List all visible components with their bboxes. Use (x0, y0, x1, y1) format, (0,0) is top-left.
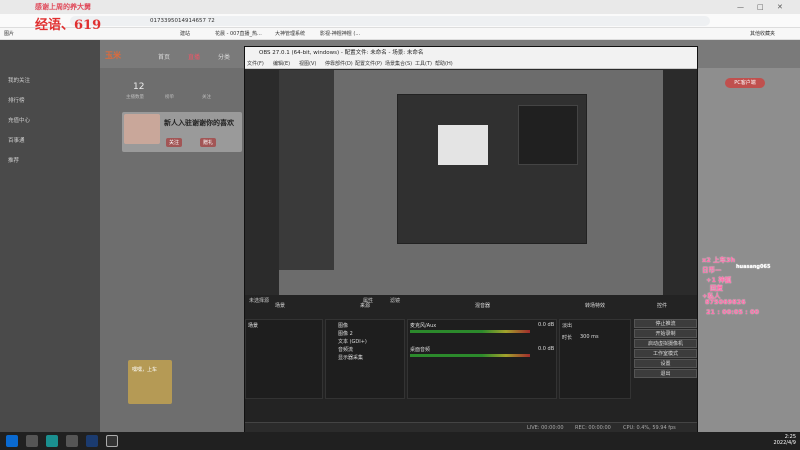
stat-label: 榜单 (165, 95, 174, 100)
obs-menubar: 文件(F) 编辑(E) 视图(V) 停靠部件(D) 配置文件(P) 场景集合(S… (245, 59, 697, 69)
mixer-header: 混音器 (475, 303, 491, 309)
menu-item[interactable]: 编辑(E) (273, 60, 290, 67)
follow-button[interactable]: 关注 (166, 138, 183, 147)
obs-preview[interactable] (279, 70, 663, 310)
transition-type[interactable]: 淡出 (562, 322, 572, 329)
clock-date: 2022/4/9 (773, 440, 796, 446)
gift-button[interactable]: 赠礼 (200, 138, 217, 147)
source-item[interactable]: 音频流 (338, 346, 353, 353)
stream-banner: 感谢上周的养大舅 经语、619 (35, 2, 190, 38)
sidebar-item[interactable]: 充值中心 (8, 116, 30, 124)
menu-item[interactable]: 视图(V) (299, 60, 316, 67)
transitions-panel: 淡出 时长 300 ms (559, 319, 631, 399)
site-logo[interactable]: 玉米 (105, 50, 121, 61)
banner-line2: 经语、619 (35, 18, 102, 33)
windows-start-icon[interactable] (6, 435, 18, 447)
mixer-channel-name: 桌面音频 (410, 347, 431, 353)
obs-titlebar: OBS 27.0.1 (64-bit, windows) - 配置文件: 未命名… (245, 47, 697, 59)
preview-nested-obs-2 (518, 105, 578, 165)
preview-deep-window (438, 125, 488, 165)
stat-label: 主播数量 (126, 95, 144, 100)
exit-button[interactable]: 退出 (634, 369, 697, 378)
bookmark-item[interactable]: 大神管理系统 (275, 30, 305, 37)
overlay-line: x2 上车3h (702, 256, 736, 264)
maximize-button[interactable]: □ (757, 3, 764, 11)
sidebar-item[interactable]: 排行榜 (8, 96, 25, 104)
source-item[interactable]: 图像 2 (338, 330, 353, 337)
audio-meter (410, 330, 530, 333)
source-item[interactable]: 图像 (338, 322, 348, 329)
obs-icon[interactable] (106, 435, 118, 447)
virtual-camera-button[interactable]: 启动虚拟摄像机 (634, 339, 697, 348)
overlay-line: 875069826 (705, 298, 746, 306)
source-item[interactable]: 文本 (GDI+) (338, 338, 367, 345)
close-button[interactable]: ✕ (777, 3, 783, 11)
taskview-icon[interactable] (66, 435, 78, 447)
menu-item[interactable]: 场景集合(S) (385, 60, 412, 67)
site-sidebar: 我的关注 排行榜 充值中心 百事通 推荐 (0, 40, 100, 432)
sidebar-item[interactable]: 我的关注 (8, 76, 30, 84)
no-source-label: 未选择源 (249, 298, 270, 304)
streamer-card-title: 新人入驻谢谢你的喜欢 (164, 119, 234, 127)
stat-label: 关注 (202, 95, 211, 100)
sidebar-item[interactable]: 推荐 (8, 156, 19, 164)
menu-item[interactable]: 文件(F) (247, 60, 264, 67)
audio-meter (410, 354, 530, 357)
stream-overlay: x2 上车3h 日币— huasang065 +1 神狐 回复 +私人 8750… (630, 256, 770, 322)
menu-item[interactable]: 配置文件(P) (355, 60, 382, 67)
preview-sidebar (279, 70, 334, 270)
bookmark-item[interactable]: 其他收藏夹 (750, 30, 775, 37)
nav-item[interactable]: 分类 (218, 52, 230, 61)
duration-value[interactable]: 300 ms (580, 334, 599, 340)
scene-item[interactable]: 场景 (248, 322, 258, 329)
sources-header: 来源 (360, 303, 371, 309)
settings-button[interactable]: 设置 (634, 359, 697, 368)
overlay-line: 21 : 00:05 : 00 (706, 308, 760, 316)
streamer-avatar (124, 114, 160, 144)
preview-site (279, 70, 663, 310)
bookmark-item[interactable]: 图片 (4, 30, 14, 37)
scenes-header: 场景 (275, 303, 286, 309)
menu-item[interactable]: 帮助(H) (435, 60, 453, 67)
gift-box-label: 嘿嘿，上车 (132, 367, 158, 373)
streamer-card[interactable]: 新人入驻谢谢你的喜欢 关注 赠礼 (122, 112, 242, 152)
taskbar (0, 432, 800, 450)
obs-window: OBS 27.0.1 (64-bit, windows) - 配置文件: 未命名… (244, 46, 698, 432)
stat-value: 12 (133, 82, 145, 92)
sidebar-item[interactable]: 百事通 (8, 136, 25, 144)
studio-mode-button[interactable]: 工作室模式 (634, 349, 697, 358)
gift-box[interactable]: 嘿嘿，上车 (128, 360, 172, 404)
overlay-line: 日币— (702, 266, 722, 274)
nav-item[interactable]: 首页 (158, 52, 170, 61)
steam-icon[interactable] (86, 435, 98, 447)
banner-line1: 感谢上周的养大舅 (35, 2, 91, 11)
bookmark-item[interactable]: 花晨 - 007直播_热... (215, 30, 262, 37)
bookmark-item[interactable]: 影视-神棍神棍 (... (320, 30, 360, 37)
mixer-channel-db: 0.0 dB (538, 346, 555, 352)
minimize-button[interactable]: — (737, 3, 744, 11)
mixer-channel-db: 0.0 dB (538, 322, 555, 328)
menu-item[interactable]: 停靠部件(D) (325, 60, 353, 67)
pc-client-badge[interactable]: PC客户端 (725, 78, 765, 88)
sources-panel: 图像 图像 2 文本 (GDI+) 音频流 显示器采集 (325, 319, 405, 399)
transitions-header: 转场特效 (585, 303, 606, 309)
obs-statusbar: LIVE: 00:00:00 REC: 00:00:00 CPU: 0.4%, … (245, 422, 697, 432)
overlay-name: huasang065 (736, 264, 771, 270)
source-item[interactable]: 显示器采集 (338, 354, 363, 361)
tab-bar: — □ ✕ (0, 0, 800, 14)
preview-nested-obs (397, 94, 587, 244)
duration-label: 时长 (562, 335, 573, 341)
edge-icon[interactable] (46, 435, 58, 447)
mixer-panel: 麦克风/Aux 0.0 dB 桌面音频 0.0 dB (407, 319, 557, 399)
search-icon[interactable] (26, 435, 38, 447)
scenes-panel: 场景 (245, 319, 323, 399)
mixer-channel-name: 麦克风/Aux (410, 323, 437, 329)
nav-item[interactable]: 直播 (188, 52, 200, 61)
menu-item[interactable]: 工具(T) (415, 60, 432, 67)
start-recording-button[interactable]: 开始录制 (634, 329, 697, 338)
taskbar-clock: 2:25 2022/4/9 (762, 434, 796, 446)
filters-button[interactable]: 滤镜 (390, 297, 400, 304)
